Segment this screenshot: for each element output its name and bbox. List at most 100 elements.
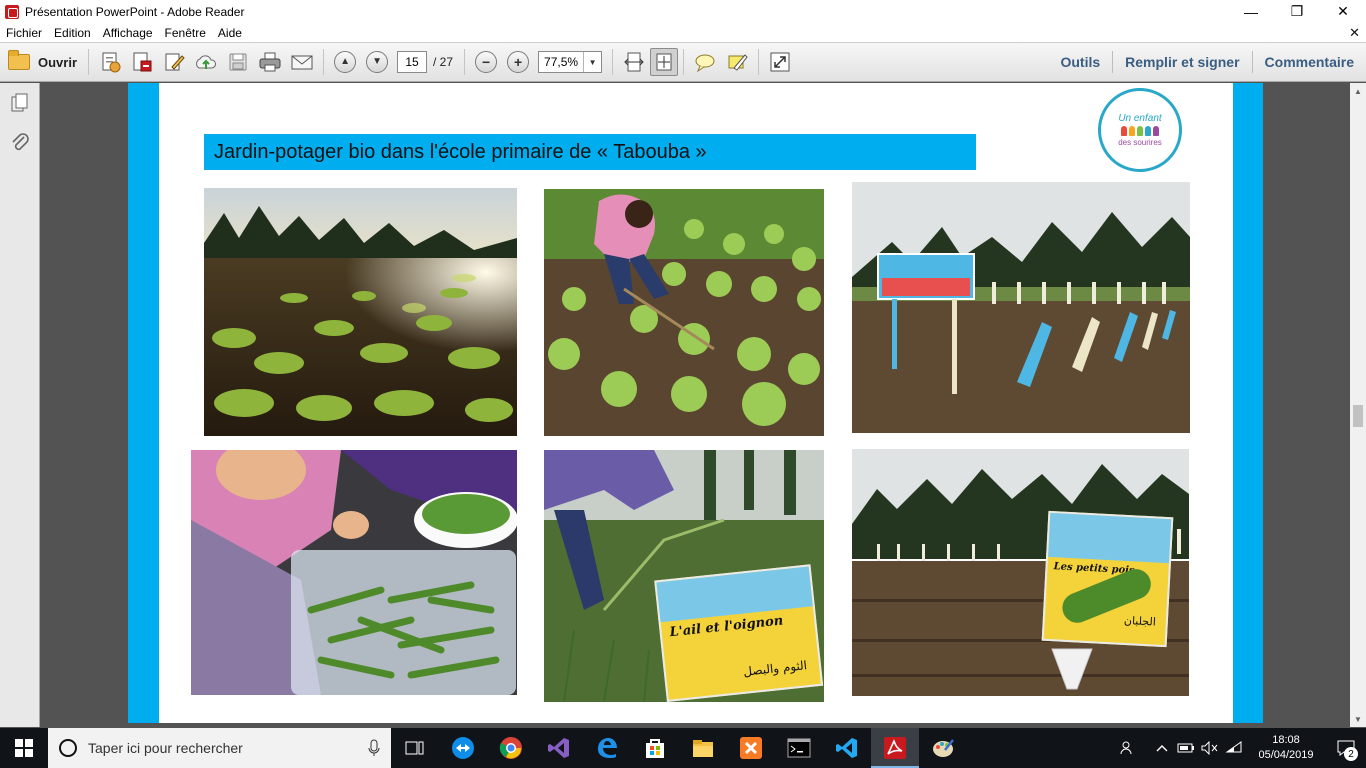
volume-muted-icon[interactable] (1198, 728, 1222, 768)
zoom-in-button[interactable]: + (502, 47, 534, 77)
photo-child-planting-lettuce (544, 189, 824, 436)
menu-fichier[interactable]: Fichier (0, 26, 48, 40)
un-enfant-des-sourires-logo: Un enfant des sourires (1098, 88, 1182, 172)
photo-garden-signboard-fence (852, 182, 1190, 433)
menu-affichage[interactable]: Affichage (97, 26, 159, 40)
visual-studio-icon (548, 738, 569, 758)
terminal-icon (787, 738, 811, 758)
start-button[interactable] (0, 728, 48, 768)
highlight-text-button[interactable] (721, 47, 753, 77)
expand-icon (770, 52, 790, 72)
action-center-button[interactable]: 2 (1326, 728, 1366, 768)
pdf-page: Jardin-potager bio dans l'école primaire… (128, 83, 1263, 723)
task-view-icon (405, 741, 424, 755)
tools-pane-button[interactable]: Outils (1048, 54, 1112, 70)
export-pdf-icon (133, 52, 152, 72)
photo-shelling-peas-image (191, 450, 517, 695)
xampp-taskbar-button[interactable] (727, 728, 775, 768)
scrollbar-thumb[interactable] (1353, 405, 1363, 427)
folder-icon (8, 50, 30, 70)
menu-aide[interactable]: Aide (212, 26, 248, 40)
scroll-up-arrow[interactable]: ▲ (1350, 83, 1366, 99)
email-button[interactable] (286, 47, 318, 77)
task-view-button[interactable] (391, 728, 439, 768)
attachments-button[interactable] (0, 123, 40, 163)
command-prompt-taskbar-button[interactable] (775, 728, 823, 768)
next-page-button[interactable]: ▼ (361, 47, 393, 77)
chevron-up-icon[interactable] (1150, 728, 1174, 768)
toolbar-separator (464, 49, 466, 75)
toolbar-separator (88, 49, 90, 75)
menu-fenetre[interactable]: Fenêtre (159, 26, 212, 40)
battery-icon[interactable] (1174, 728, 1198, 768)
window-title: Présentation PowerPoint - Adobe Reader (25, 4, 245, 19)
photo-child-planting-image (544, 189, 824, 436)
plus-icon: + (507, 51, 530, 73)
edge-taskbar-button[interactable] (583, 728, 631, 768)
save-button[interactable] (222, 47, 254, 77)
adobe-reader-icon (884, 737, 906, 759)
paint-palette-icon (933, 739, 954, 757)
menu-bar: Fichier Edition Affichage Fenêtre Aide ✕ (0, 23, 1366, 42)
print-button[interactable] (254, 47, 286, 77)
save-icon (229, 53, 247, 71)
photo-children-shelling-peas (191, 450, 517, 695)
cloud-upload-icon (196, 55, 217, 69)
full-screen-button[interactable] (764, 47, 796, 77)
fill-sign-pane-button[interactable]: Remplir et signer (1113, 54, 1251, 70)
windows-logo-icon (15, 739, 33, 757)
adobe-reader-taskbar-button[interactable] (871, 728, 919, 768)
document-view[interactable]: Jardin-potager bio dans l'école primaire… (41, 83, 1350, 727)
export-pdf-button[interactable] (126, 47, 158, 77)
slide-content: Jardin-potager bio dans l'école primaire… (159, 83, 1233, 723)
comment-pane-button[interactable]: Commentaire (1253, 54, 1366, 70)
create-pdf-button[interactable] (94, 47, 126, 77)
arrow-up-icon: ▲ (334, 51, 357, 73)
photo-sunlit-vegetable-field (204, 188, 517, 436)
restore-button[interactable]: ❐ (1274, 0, 1320, 23)
visual-studio-taskbar-button[interactable] (535, 728, 583, 768)
page-thumbnails-button[interactable] (0, 83, 40, 123)
close-button[interactable]: ✕ (1320, 0, 1366, 23)
upload-button[interactable] (190, 47, 222, 77)
people-icon[interactable] (1116, 728, 1140, 768)
sticky-note-button[interactable] (689, 47, 721, 77)
open-button[interactable]: Ouvrir (0, 47, 83, 77)
vscode-taskbar-button[interactable] (823, 728, 871, 768)
search-placeholder: Taper ici pour rechercher (88, 740, 243, 756)
sign-banner (1048, 512, 1172, 564)
close-document-button[interactable]: ✕ (1349, 25, 1360, 41)
fit-width-button[interactable] (618, 47, 650, 77)
taskbar-clock[interactable]: 18:08 05/04/2019 (1246, 733, 1326, 763)
chevron-down-icon[interactable]: ▼ (583, 52, 601, 72)
page-number-input[interactable] (397, 51, 428, 73)
photo-sunlit-field-image (204, 188, 517, 436)
windows-taskbar: Taper ici pour rechercher 18:08 05/04/20… (0, 728, 1366, 768)
teamviewer-taskbar-button[interactable] (439, 728, 487, 768)
minimize-button[interactable]: — (1228, 0, 1274, 23)
chrome-icon (499, 737, 522, 759)
taskbar-search-box[interactable]: Taper ici pour rechercher (48, 728, 391, 768)
chrome-taskbar-button[interactable] (487, 728, 535, 768)
adobe-reader-icon (5, 4, 19, 19)
navigation-pane (0, 83, 40, 727)
wifi-icon[interactable] (1222, 728, 1246, 768)
scroll-down-arrow[interactable]: ▼ (1350, 711, 1366, 727)
microphone-icon[interactable] (367, 739, 381, 757)
logo-text-bottom: des sourires (1118, 138, 1162, 147)
fit-page-button[interactable] (650, 48, 679, 76)
store-taskbar-button[interactable] (631, 728, 679, 768)
zoom-select[interactable]: ▼ (538, 51, 603, 73)
zoom-input[interactable] (539, 52, 584, 72)
logo-text-top: Un enfant (1118, 113, 1162, 124)
menu-edition[interactable]: Edition (48, 26, 97, 40)
zoom-out-button[interactable]: − (470, 47, 502, 77)
fit-page-icon (656, 53, 672, 71)
window-controls: — ❐ ✕ (1228, 0, 1366, 23)
vertical-scrollbar[interactable]: ▲ ▼ (1350, 83, 1366, 727)
edit-pdf-button[interactable] (158, 47, 190, 77)
file-explorer-taskbar-button[interactable] (679, 728, 727, 768)
toolbar-separator (612, 49, 614, 75)
paint-taskbar-button[interactable] (919, 728, 967, 768)
previous-page-button[interactable]: ▲ (329, 47, 361, 77)
